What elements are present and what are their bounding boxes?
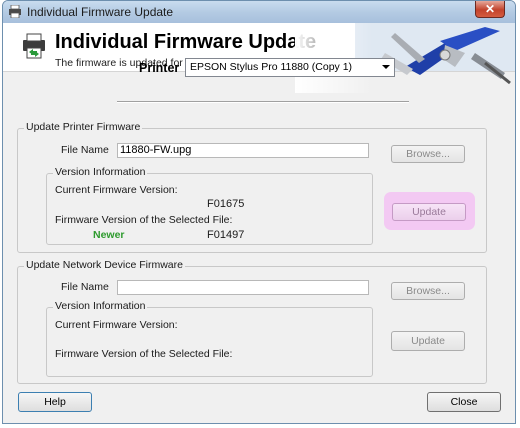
dialog-heading: Individual Firmware Update (55, 31, 317, 53)
firmware-status-newer: Newer (93, 229, 125, 241)
firmware-update-window: Individual Firmware Update ✕ Individual … (2, 0, 516, 424)
selected-firmware-label: Firmware Version of the Selected File: (55, 214, 233, 226)
printer-update-button[interactable]: Update (392, 203, 466, 221)
network-selected-firmware-label: Firmware Version of the Selected File: (55, 348, 233, 360)
title-bar[interactable]: Individual Firmware Update ✕ (3, 1, 515, 23)
printer-icon (9, 5, 21, 18)
network-file-name-field[interactable] (117, 280, 369, 295)
network-version-info-title: Version Information (53, 300, 148, 312)
printer-label: Printer (139, 61, 180, 75)
close-icon: ✕ (484, 2, 496, 16)
file-name-label: File Name (61, 144, 109, 156)
file-name-field[interactable]: 11880-FW.upg (117, 143, 369, 158)
chevron-down-icon[interactable] (382, 65, 390, 69)
version-info-title: Version Information (53, 166, 148, 178)
close-button[interactable]: Close (427, 392, 501, 412)
network-browse-button[interactable]: Browse... (391, 282, 465, 300)
network-current-firmware-label: Current Firmware Version: (55, 319, 178, 331)
window-title: Individual Firmware Update (27, 5, 174, 19)
selected-firmware-value: F01497 (207, 229, 245, 241)
browse-button[interactable]: Browse... (391, 145, 465, 163)
dialog-client-area: Individual Firmware Update The firmware … (3, 23, 515, 423)
network-firmware-group-title: Update Network Device Firmware (24, 259, 185, 271)
printer-select[interactable]: EPSON Stylus Pro 11880 (Copy 1) (185, 58, 395, 77)
separator (117, 101, 409, 103)
window-close-button[interactable]: ✕ (475, 1, 505, 18)
network-file-name-label: File Name (61, 281, 109, 293)
network-version-info-group: Version Information (46, 300, 373, 377)
current-firmware-label: Current Firmware Version: (55, 184, 178, 196)
network-update-button[interactable]: Update (391, 331, 465, 351)
printer-firmware-group-title: Update Printer Firmware (24, 121, 143, 133)
help-button[interactable]: Help (18, 392, 92, 412)
printer-icon (23, 33, 45, 59)
printer-select-value: EPSON Stylus Pro 11880 (Copy 1) (190, 61, 353, 73)
current-firmware-value: F01675 (207, 198, 245, 210)
